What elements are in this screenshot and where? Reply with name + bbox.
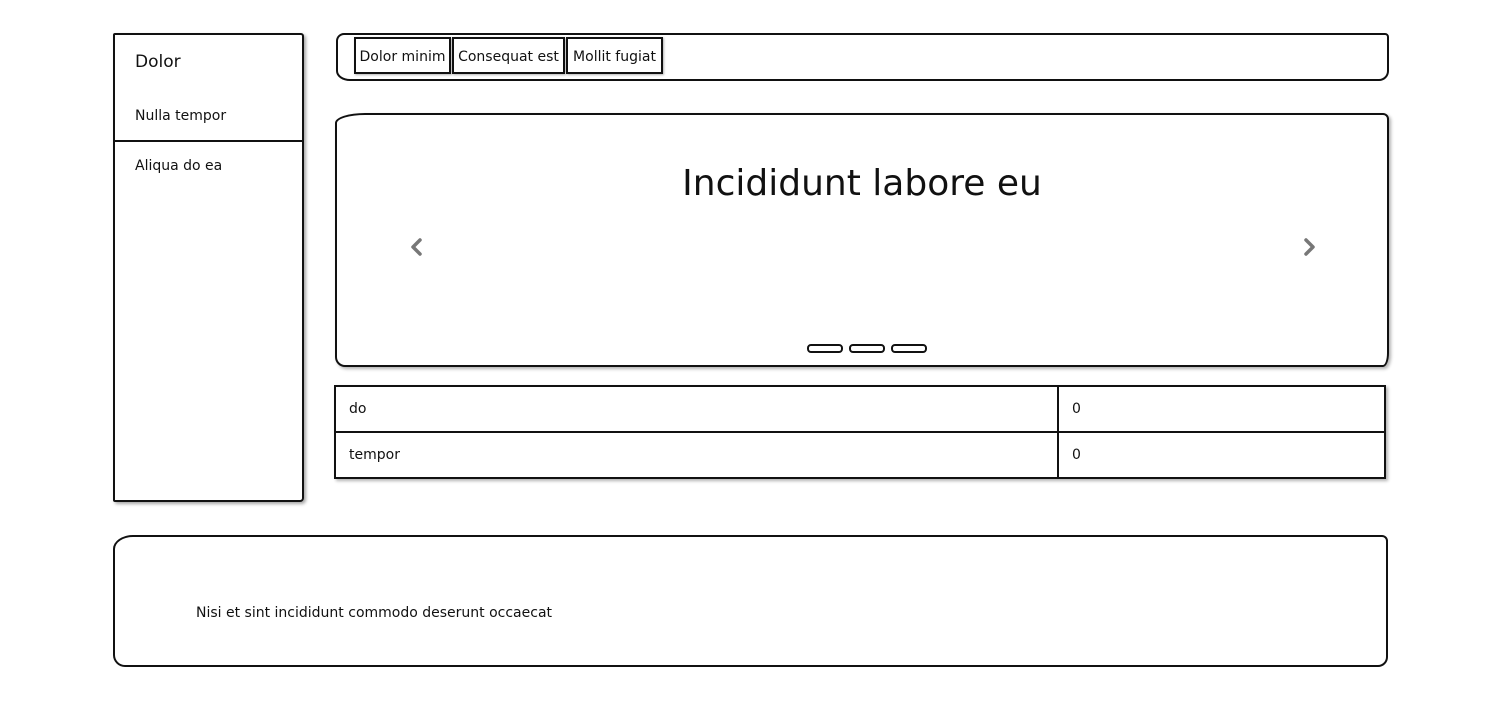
- carousel-indicator-1[interactable]: [807, 344, 843, 353]
- sidebar-title: Dolor: [135, 52, 181, 72]
- table-cell-name: tempor: [334, 431, 1059, 479]
- table-row: tempor 0: [334, 431, 1386, 479]
- table-cell-value: 0: [1057, 431, 1386, 479]
- sidebar-divider: [115, 140, 302, 142]
- tab-dolor-minim[interactable]: Dolor minim: [354, 37, 451, 74]
- sidebar-item-aliqua-do-ea[interactable]: Aliqua do ea: [135, 158, 222, 174]
- sidebar-item-nulla-tempor[interactable]: Nulla tempor: [135, 108, 226, 124]
- tab-bar: Dolor minim Consequat est Mollit fugiat: [336, 33, 1389, 81]
- table-cell-value: 0: [1057, 385, 1386, 433]
- sidebar: Dolor Nulla tempor Aliqua do ea: [113, 33, 304, 502]
- footer-panel: Nisi et sint incididunt commodo deserunt…: [113, 535, 1388, 667]
- table-cell-name: do: [334, 385, 1059, 433]
- chevron-left-icon[interactable]: [401, 231, 433, 263]
- tab-mollit-fugiat[interactable]: Mollit fugiat: [566, 37, 663, 74]
- table-row: do 0: [334, 385, 1386, 433]
- carousel: Incididunt labore eu: [335, 113, 1389, 367]
- data-table: do 0 tempor 0: [334, 385, 1386, 479]
- chevron-right-icon[interactable]: [1293, 231, 1325, 263]
- carousel-indicator-3[interactable]: [891, 344, 927, 353]
- carousel-indicators: [807, 344, 927, 353]
- carousel-indicator-2[interactable]: [849, 344, 885, 353]
- tab-consequat-est[interactable]: Consequat est: [452, 37, 565, 74]
- footer-text: Nisi et sint incididunt commodo deserunt…: [196, 605, 553, 621]
- carousel-slide-title: Incididunt labore eu: [682, 163, 1042, 204]
